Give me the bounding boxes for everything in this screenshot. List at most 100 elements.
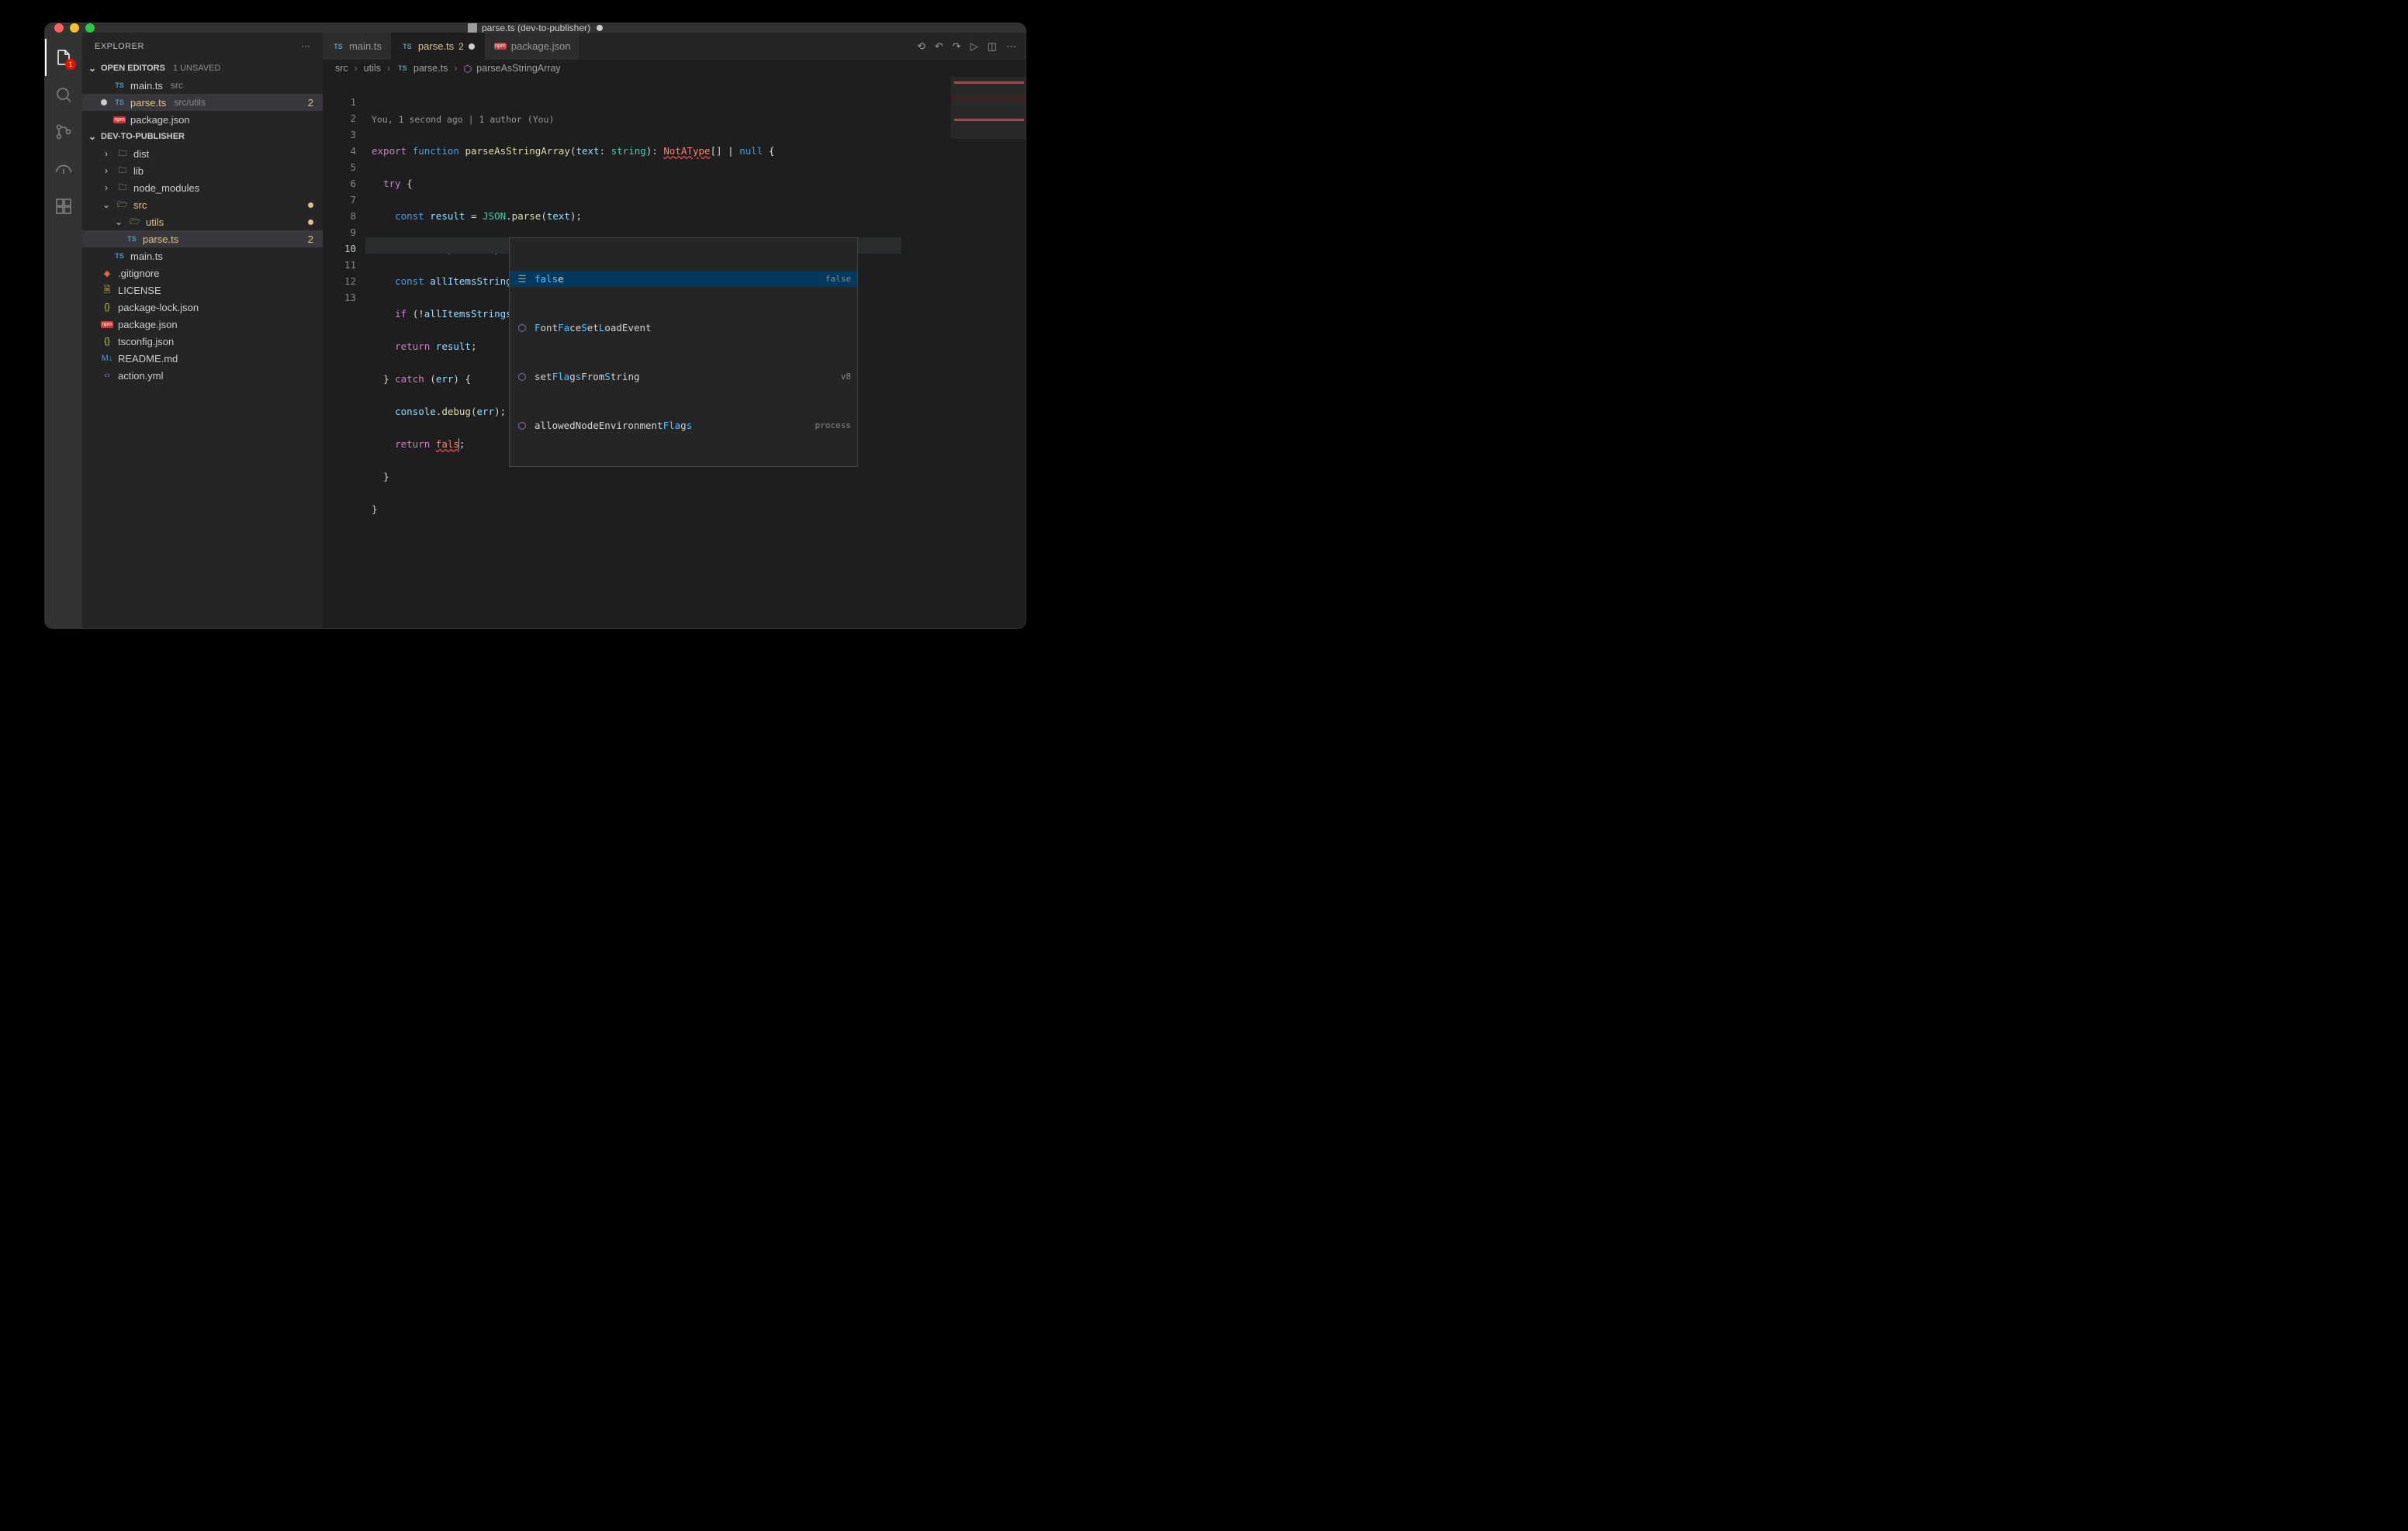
- workspace-name: DEV-TO-PUBLISHER: [101, 132, 185, 141]
- suggest-item[interactable]: ⬡ setFlagsFromString v8: [510, 368, 857, 385]
- tab-label: package.json: [511, 40, 571, 52]
- editor-group: TS main.ts TS parse.ts 2 npm package.jso…: [323, 33, 1026, 628]
- folder-label: src: [133, 199, 147, 211]
- folder-icon: 🗀: [116, 181, 129, 195]
- file-package-json[interactable]: npm package.json: [82, 316, 323, 333]
- folder-label: utils: [146, 216, 164, 228]
- folder-lib[interactable]: › 🗀 lib: [82, 162, 323, 179]
- ts-icon: TS: [332, 43, 344, 50]
- file-readme[interactable]: M↓ README.md: [82, 350, 323, 367]
- chevron-down-icon: ⌄: [113, 216, 124, 227]
- file-path: src: [171, 80, 183, 91]
- folder-open-icon: 🗁: [116, 198, 129, 213]
- file-name: parse.ts: [130, 97, 166, 109]
- file-license[interactable]: 🗎 LICENSE: [82, 282, 323, 299]
- file-label: main.ts: [130, 251, 163, 262]
- file-label: action.yml: [118, 370, 164, 382]
- tab-label: parse.ts: [418, 40, 454, 52]
- folder-dist[interactable]: › 🗀 dist: [82, 145, 323, 162]
- symbol-icon: ⬡: [463, 63, 472, 74]
- suggest-detail: process: [815, 417, 851, 434]
- file-action-yml[interactable]: ‹› action.yml: [82, 367, 323, 384]
- ts-icon: TS: [113, 81, 126, 89]
- scm-activity[interactable]: [45, 113, 82, 150]
- tab-main-ts[interactable]: TS main.ts: [323, 33, 392, 60]
- more-icon[interactable]: ⋯: [1006, 40, 1016, 53]
- open-editor-item[interactable]: TS parse.ts src/utils 2: [82, 94, 323, 111]
- file-label: parse.ts: [143, 233, 178, 245]
- suggest-detail: false: [825, 271, 851, 287]
- class-icon: ⬡: [516, 320, 528, 336]
- editor[interactable]: 1234567 8910111213 You, 1 second ago | 1…: [323, 77, 1026, 628]
- file-gitignore[interactable]: ◆ .gitignore: [82, 264, 323, 282]
- search-activity[interactable]: [45, 76, 82, 113]
- sidebar: EXPLORER ⋯ ⌄ OPEN EDITORS 1 UNSAVED TS m…: [82, 33, 323, 628]
- code-content[interactable]: You, 1 second ago | 1 author (You) expor…: [365, 77, 948, 628]
- bc-file[interactable]: parse.ts: [413, 63, 448, 74]
- suggest-item[interactable]: ⬡ FontFaceSetLoadEvent: [510, 320, 857, 336]
- editor-actions: ⟲ ↶ ↷ ▷ ◫ ⋯: [908, 33, 1026, 60]
- file-parse-ts[interactable]: TS parse.ts 2: [82, 230, 323, 247]
- npm-icon: npm: [494, 43, 507, 50]
- chevron-right-icon: ›: [353, 63, 359, 74]
- run-activity[interactable]: [45, 150, 82, 188]
- file-label: .gitignore: [118, 268, 159, 279]
- split-icon[interactable]: ◫: [988, 40, 997, 53]
- method-icon: ⬡: [516, 368, 528, 385]
- tab-package-json[interactable]: npm package.json: [485, 33, 581, 60]
- bc-utils[interactable]: utils: [364, 63, 381, 74]
- bc-symbol[interactable]: parseAsStringArray: [476, 63, 560, 74]
- git-compare-icon[interactable]: ⟲: [917, 40, 925, 53]
- open-editor-item[interactable]: npm package.json: [82, 111, 323, 128]
- chevron-down-icon: ⌄: [87, 131, 98, 142]
- license-icon: 🗎: [101, 283, 113, 298]
- unsaved-count: 1 UNSAVED: [173, 64, 221, 73]
- minimap[interactable]: [948, 77, 1026, 628]
- chevron-right-icon: ›: [101, 165, 112, 176]
- explorer-badge: 1: [65, 59, 76, 70]
- folder-open-icon: 🗁: [129, 215, 141, 230]
- folder-node-modules[interactable]: › 🗀 node_modules: [82, 179, 323, 196]
- workspace-header[interactable]: ⌄ DEV-TO-PUBLISHER: [82, 128, 323, 145]
- git-next-icon[interactable]: ↷: [953, 40, 961, 53]
- dirty-dot: [469, 43, 475, 50]
- file-label: README.md: [118, 353, 178, 365]
- folder-src[interactable]: ⌄ 🗁 src: [82, 196, 323, 213]
- dirty-dot: [101, 99, 107, 105]
- tab-parse-ts[interactable]: TS parse.ts 2: [392, 33, 485, 60]
- json-icon: {}: [101, 337, 113, 346]
- open-editor-item[interactable]: TS main.ts src: [82, 77, 323, 94]
- file-package-lock[interactable]: {} package-lock.json: [82, 299, 323, 316]
- extensions-activity[interactable]: [45, 188, 82, 225]
- codelens[interactable]: You, 1 second ago | 1 author (You): [372, 112, 948, 126]
- chevron-down-icon: ⌄: [101, 199, 112, 210]
- tab-label: main.ts: [349, 40, 382, 52]
- folder-icon: 🗀: [116, 147, 129, 161]
- open-editors-header[interactable]: ⌄ OPEN EDITORS 1 UNSAVED: [82, 60, 323, 77]
- file-label: tsconfig.json: [118, 336, 174, 347]
- file-tsconfig[interactable]: {} tsconfig.json: [82, 333, 323, 350]
- problem-badge: 2: [308, 233, 313, 245]
- folder-icon: 🗀: [116, 164, 129, 178]
- markdown-icon: M↓: [101, 354, 113, 363]
- ts-icon: TS: [401, 43, 413, 50]
- folder-utils[interactable]: ⌄ 🗁 utils: [82, 213, 323, 230]
- breadcrumb[interactable]: src › utils › TS parse.ts › ⬡ parseAsStr…: [323, 60, 1026, 77]
- run-icon[interactable]: ▷: [970, 40, 978, 53]
- suggest-widget[interactable]: ☰ false false ⬡ FontFaceSetLoadEvent ⬡ s…: [509, 237, 858, 467]
- modified-dot: [308, 202, 313, 208]
- more-icon[interactable]: ⋯: [302, 41, 311, 51]
- explorer-activity[interactable]: 1: [45, 39, 82, 76]
- suggest-item[interactable]: ☰ false false: [510, 271, 857, 287]
- chevron-down-icon: ⌄: [87, 63, 98, 74]
- tab-bar: TS main.ts TS parse.ts 2 npm package.jso…: [323, 33, 1026, 60]
- explorer-title: EXPLORER: [95, 42, 144, 51]
- bc-src[interactable]: src: [335, 63, 348, 74]
- suggest-item[interactable]: ⬡ allowedNodeEnvironmentFlags process: [510, 417, 857, 434]
- activity-bar: 1 1: [45, 33, 82, 628]
- file-main-ts[interactable]: TS main.ts: [82, 247, 323, 264]
- file-label: package-lock.json: [118, 302, 199, 313]
- titlebar: parse.ts (dev-to-publisher): [45, 23, 1026, 33]
- git-prev-icon[interactable]: ↶: [935, 40, 943, 53]
- file-label: package.json: [118, 319, 178, 330]
